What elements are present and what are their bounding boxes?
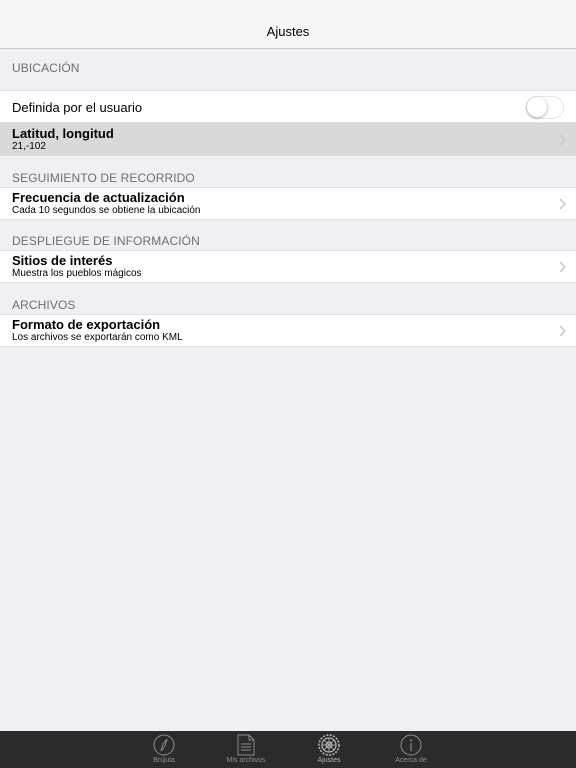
compass-icon <box>153 734 175 756</box>
points-of-interest-value: Muestra los pueblos mágicos <box>12 268 142 279</box>
navigation-bar: Ajustes <box>0 0 576 49</box>
tab-my-files[interactable]: Mis archivos <box>216 731 276 768</box>
settings-screen: Ajustes UBICACIÓN Definida por el usuari… <box>0 0 576 768</box>
section-header-display: DESPLIEGUE DE INFORMACIÓN <box>12 234 200 248</box>
points-of-interest-row[interactable]: Sitios de interés Muestra los pueblos má… <box>0 250 576 283</box>
document-icon <box>237 734 255 756</box>
tab-settings-label: Ajustes <box>317 757 341 764</box>
tab-about-label: Acerca de <box>395 757 427 764</box>
gear-icon <box>318 734 340 756</box>
tab-about[interactable]: Acerca de <box>381 731 441 768</box>
chevron-right-icon <box>559 198 566 210</box>
info-icon <box>400 734 422 756</box>
points-of-interest-title: Sitios de interés <box>12 253 113 268</box>
update-frequency-title: Frecuencia de actualización <box>12 190 185 205</box>
update-frequency-row[interactable]: Frecuencia de actualización Cada 10 segu… <box>0 187 576 220</box>
latitude-longitude-title: Latitud, longitud <box>12 126 114 141</box>
toggle-knob <box>527 97 547 117</box>
tab-bar: Brújula Mis archivos Ajustes Acerca de <box>0 731 576 768</box>
user-defined-location-toggle[interactable] <box>526 96 564 119</box>
latitude-longitude-row[interactable]: Latitud, longitud 21,-102 <box>0 123 576 156</box>
section-header-location: UBICACIÓN <box>12 61 80 75</box>
page-title: Ajustes <box>266 24 310 39</box>
section-header-tracking: SEGUIMIENTO DE RECORRIDO <box>12 171 195 185</box>
chevron-right-icon <box>559 134 566 146</box>
user-defined-location-row: Definida por el usuario <box>0 90 576 123</box>
latitude-longitude-value: 21,-102 <box>12 141 46 152</box>
tab-compass-label: Brújula <box>153 757 175 764</box>
tab-compass[interactable]: Brújula <box>134 731 194 768</box>
chevron-right-icon <box>559 261 566 273</box>
export-format-row[interactable]: Formato de exportación Los archivos se e… <box>0 314 576 347</box>
section-header-files: ARCHIVOS <box>12 298 76 312</box>
user-defined-location-label: Definida por el usuario <box>12 100 143 115</box>
export-format-title: Formato de exportación <box>12 317 161 332</box>
update-frequency-value: Cada 10 segundos se obtiene la ubicación <box>12 205 201 216</box>
export-format-value: Los archivos se exportarán como KML <box>12 332 183 343</box>
chevron-right-icon <box>559 325 566 337</box>
tab-settings[interactable]: Ajustes <box>299 731 359 768</box>
tab-my-files-label: Mis archivos <box>226 757 266 764</box>
